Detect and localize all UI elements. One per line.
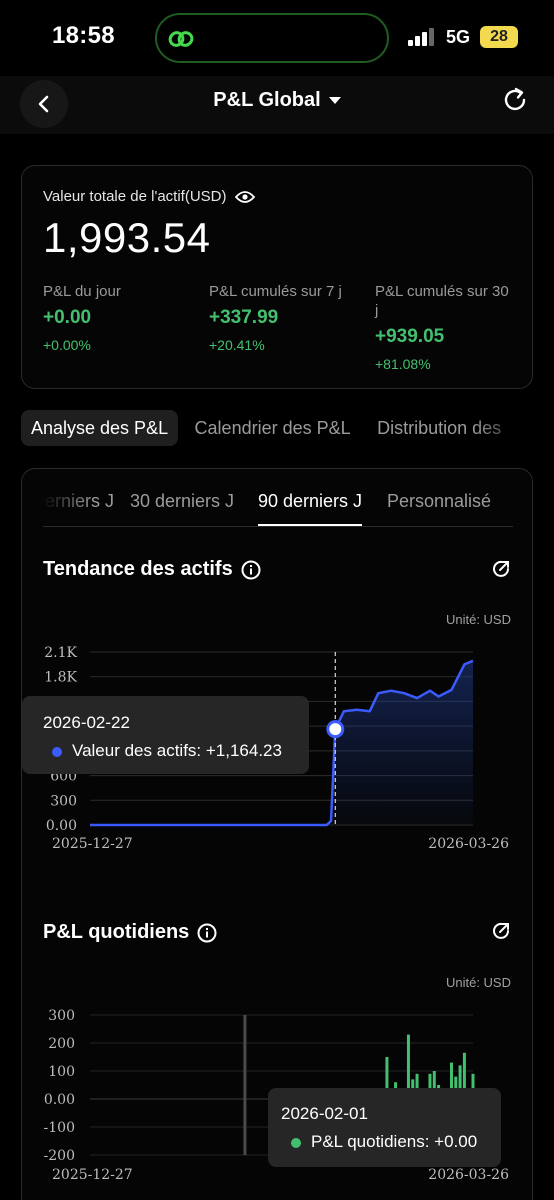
tab-90-days[interactable]: 90 derniers J bbox=[258, 489, 363, 526]
daily-pnl-title: P&L quotidiens bbox=[43, 921, 190, 943]
stat-label: P&L cumulés sur 7 j bbox=[209, 283, 342, 300]
tabs-fade bbox=[473, 410, 533, 448]
series-dot bbox=[52, 746, 62, 757]
stat-label: P&L du jour bbox=[43, 283, 121, 300]
main-tabs: Analyse des P&L Calendrier des P&L Distr… bbox=[21, 410, 533, 448]
status-time: 18:58 bbox=[52, 22, 115, 49]
y-tick-label: 300 bbox=[48, 1008, 75, 1024]
y-tick-label: 300 bbox=[50, 793, 77, 809]
page-title: P&L Global bbox=[213, 89, 321, 111]
tooltip-row: Valeur des actifs: +1,164.23 bbox=[52, 741, 282, 761]
tooltip-row: P&L quotidiens: +0.00 bbox=[291, 1132, 477, 1152]
stat-daily-pnl: P&L du jour +0.00 +0.00% bbox=[43, 282, 193, 353]
stat-value: +337.99 bbox=[209, 307, 279, 328]
dynamic-island bbox=[155, 13, 389, 63]
status-bar: 18:58 5G 28 bbox=[0, 0, 554, 76]
caret-down-icon bbox=[328, 96, 341, 104]
tooltip-date: 2026-02-22 bbox=[43, 713, 130, 732]
series-dot bbox=[291, 1137, 301, 1148]
chart-card: derniers J 30 derniers J 90 derniers J P… bbox=[21, 468, 533, 1200]
asset-trend-heading: Tendance des actifs bbox=[43, 558, 261, 581]
x-tick-label: 2026-03-26 bbox=[428, 836, 509, 852]
asset-label-row: Valeur totale de l'actif(USD) bbox=[43, 188, 255, 205]
x-tick-label: 2025-12-27 bbox=[52, 1167, 133, 1183]
stat-percent: +0.00% bbox=[43, 337, 91, 353]
tab-pnl-analysis[interactable]: Analyse des P&L bbox=[21, 410, 179, 446]
daily-pnl-tooltip: 2026-02-01 P&L quotidiens: +0.00 bbox=[268, 1088, 501, 1167]
asset-total-value: 1,993.54 bbox=[43, 214, 211, 261]
tab-30-days[interactable]: 30 derniers J bbox=[130, 489, 234, 526]
stat-percent: +20.41% bbox=[209, 337, 265, 353]
stat-label: P&L cumulés sur 30 j bbox=[375, 283, 509, 319]
asset-label: Valeur totale de l'actif(USD) bbox=[43, 188, 227, 205]
stat-value: +939.05 bbox=[375, 326, 445, 347]
stat-7d-pnl: P&L cumulés sur 7 j +337.99 +20.41% bbox=[209, 282, 344, 353]
y-tick-label: -200 bbox=[44, 1148, 75, 1164]
link-icon bbox=[168, 31, 194, 47]
y-tick-label: -100 bbox=[44, 1120, 75, 1136]
share-icon[interactable] bbox=[490, 920, 512, 942]
pnl-bar bbox=[243, 1015, 247, 1099]
asset-trend-unit: Unité: USD bbox=[445, 612, 511, 627]
daily-pnl-unit: Unité: USD bbox=[445, 975, 511, 990]
y-tick-label: 2.1K bbox=[44, 645, 77, 661]
eye-icon[interactable] bbox=[234, 190, 255, 204]
x-tick-label: 2026-03-26 bbox=[428, 1167, 509, 1183]
pnl-bar bbox=[243, 1099, 247, 1155]
stat-value: +0.00 bbox=[43, 307, 92, 328]
tab-pnl-calendar[interactable]: Calendrier des P&L bbox=[185, 410, 361, 446]
battery-icon: 28 bbox=[480, 26, 518, 48]
y-tick-label: 200 bbox=[48, 1036, 75, 1052]
asset-trend-tooltip: 2026-02-22 Valeur des actifs: +1,164.23 bbox=[22, 696, 309, 774]
asset-trend-title: Tendance des actifs bbox=[43, 558, 233, 580]
stat-30d-pnl: P&L cumulés sur 30 j +939.05 +81.08% bbox=[375, 282, 510, 372]
page-title-dropdown[interactable]: P&L Global bbox=[0, 89, 554, 112]
asset-summary-card: Valeur totale de l'actif(USD) 1,993.54 P… bbox=[21, 165, 533, 389]
y-tick-label: 100 bbox=[48, 1064, 75, 1080]
x-tick-label: 2025-12-27 bbox=[52, 836, 133, 852]
daily-pnl-heading: P&L quotidiens bbox=[43, 921, 217, 944]
y-tick-label: 0.00 bbox=[46, 818, 77, 834]
share-icon[interactable] bbox=[490, 558, 512, 580]
info-icon[interactable] bbox=[241, 560, 261, 580]
refresh-icon[interactable] bbox=[501, 86, 529, 114]
network-type: 5G bbox=[446, 27, 471, 47]
period-tabs: derniers J 30 derniers J 90 derniers J P… bbox=[43, 489, 513, 527]
tooltip-date: 2026-02-01 bbox=[281, 1104, 368, 1123]
hover-point bbox=[326, 720, 345, 739]
signal-icon bbox=[408, 28, 434, 46]
y-tick-label: 0.00 bbox=[44, 1092, 75, 1108]
tooltip-value: Valeur des actifs: +1,164.23 bbox=[72, 741, 282, 760]
y-tick-label: 1.8K bbox=[44, 670, 77, 686]
info-icon[interactable] bbox=[197, 923, 217, 943]
tooltip-value: P&L quotidiens: +0.00 bbox=[311, 1132, 478, 1151]
period-tabs-fade bbox=[43, 489, 93, 525]
header: P&L Global bbox=[0, 76, 554, 134]
stat-percent: +81.08% bbox=[375, 356, 431, 372]
tab-custom[interactable]: Personnalisé bbox=[387, 489, 491, 526]
